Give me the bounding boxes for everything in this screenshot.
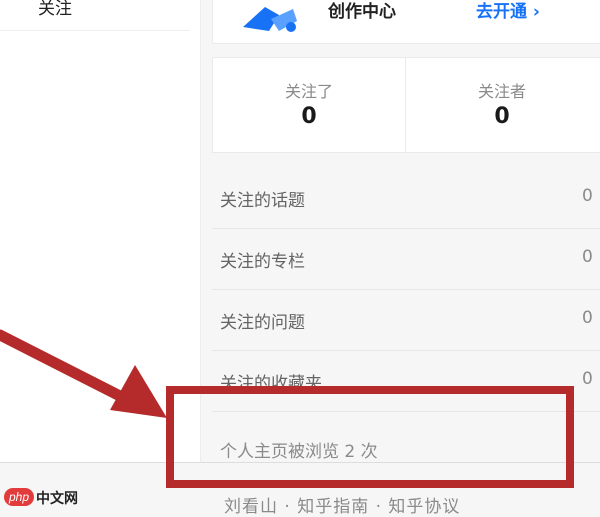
watermark-logo: php 中文网 (4, 488, 114, 508)
list-item-count: 0 (582, 186, 593, 206)
divider (0, 30, 190, 31)
creator-center-card[interactable]: 创作中心 去开通 › (212, 0, 600, 44)
following-label: 关注了 (284, 82, 333, 101)
list-item-label: 关注的专栏 (220, 252, 305, 272)
open-creator-link[interactable]: 去开通 › (476, 0, 540, 22)
list-item-label: 关注的问题 (220, 313, 305, 333)
followers-label: 关注者 (477, 82, 526, 101)
list-item-count: 0 (582, 369, 593, 389)
footer-links[interactable]: 刘看山 · 知乎指南 · 知乎协议 (224, 492, 460, 517)
follow-stats: 关注了 0 关注者 0 (212, 57, 600, 153)
list-item-followed-columns[interactable]: 关注的专栏 0 (212, 229, 600, 290)
list-item-label: 关注的话题 (220, 191, 305, 211)
list-item-count: 0 (582, 247, 593, 267)
list-item-count: 0 (582, 308, 593, 328)
followers-stat[interactable]: 关注者 0 (406, 58, 598, 152)
creator-center-title: 创作中心 (328, 2, 396, 22)
following-stat[interactable]: 关注了 0 (213, 58, 406, 152)
list-item-followed-topics[interactable]: 关注的话题 0 (212, 168, 600, 229)
annotation-highlight-box (166, 386, 574, 488)
list-item-followed-questions[interactable]: 关注的问题 0 (212, 290, 600, 351)
watermark-text: 中文网 (36, 491, 78, 507)
tab-follow[interactable]: 关注 (38, 0, 72, 19)
follow-list: 关注的话题 0 关注的专栏 0 关注的问题 0 关注的收藏夹 0 (212, 168, 600, 412)
creator-illustration-icon (243, 7, 297, 32)
following-count: 0 (301, 104, 317, 129)
followers-count: 0 (494, 104, 510, 129)
watermark-badge: php (4, 488, 34, 506)
